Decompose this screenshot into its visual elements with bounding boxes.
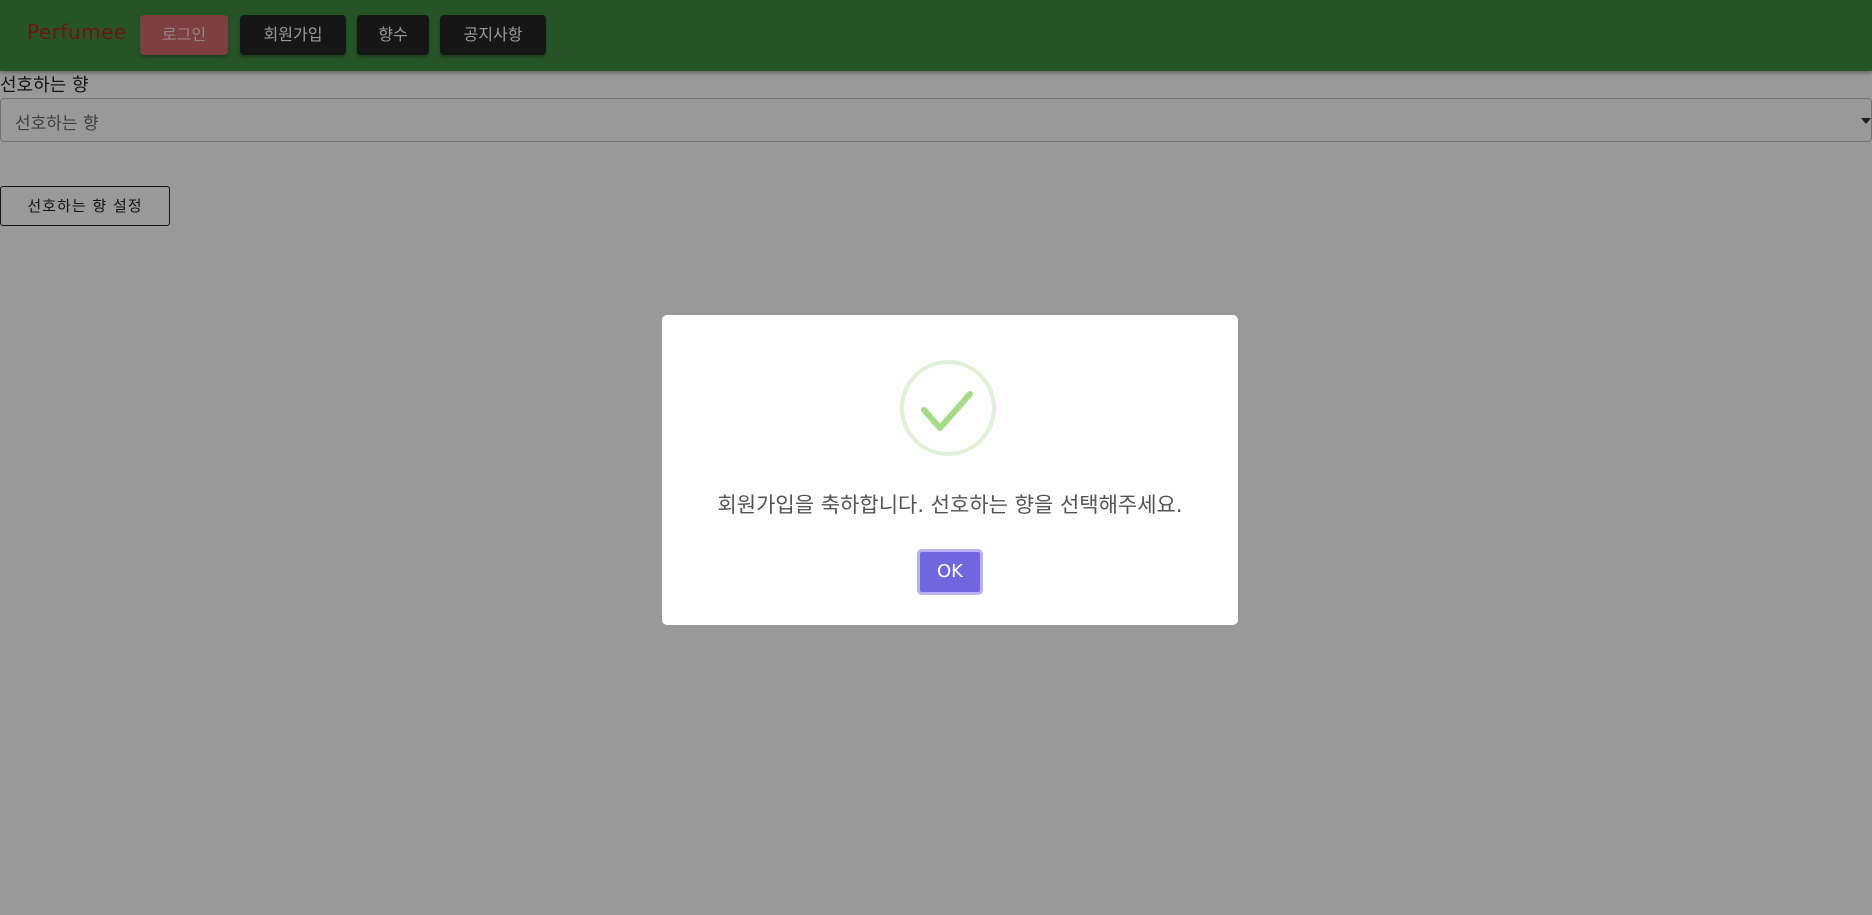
success-dialog: 회원가입을 축하합니다. 선호하는 향을 선택해주세요. OK bbox=[662, 315, 1238, 625]
success-check-icon bbox=[900, 360, 996, 456]
modal-overlay: 회원가입을 축하합니다. 선호하는 향을 선택해주세요. OK bbox=[0, 0, 1872, 915]
dialog-message: 회원가입을 축하합니다. 선호하는 향을 선택해주세요. bbox=[717, 493, 1183, 517]
page: Perfumee 로그인 회원가입 향수 공지사항 선호하는 향 선호하는 향 … bbox=[0, 0, 1872, 915]
ok-button[interactable]: OK bbox=[917, 549, 983, 595]
